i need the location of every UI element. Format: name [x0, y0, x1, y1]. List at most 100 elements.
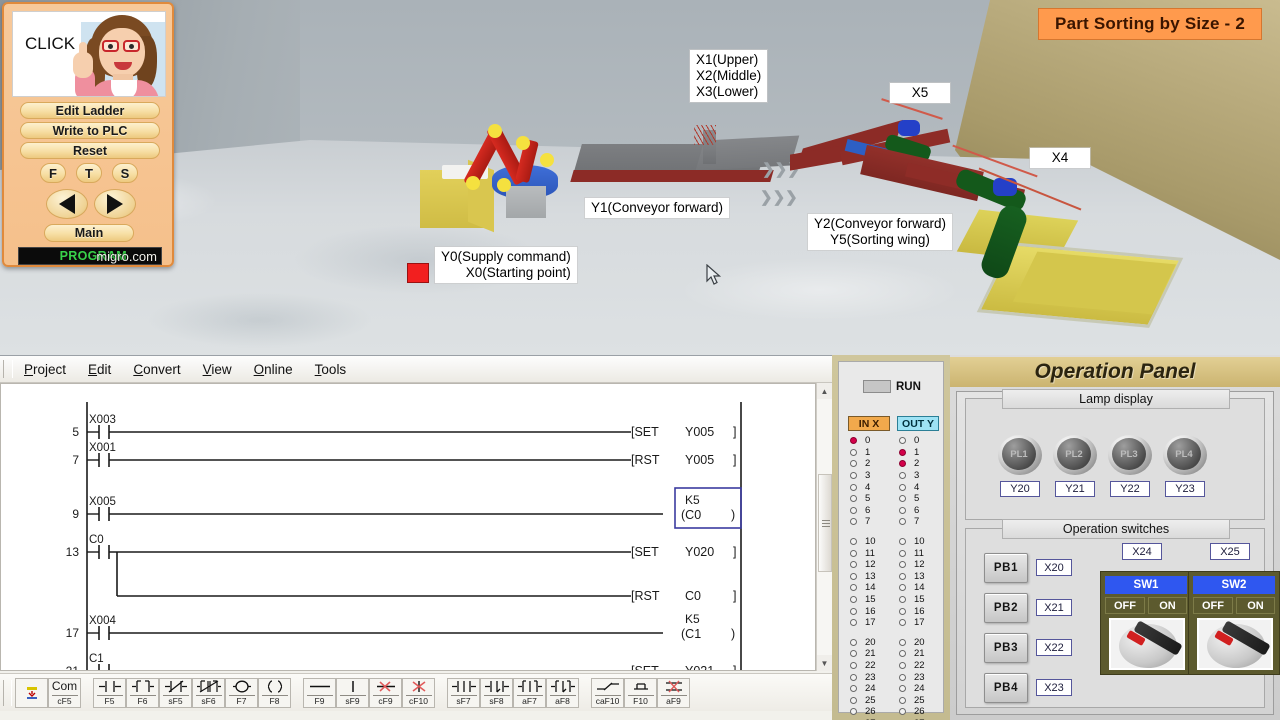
input-led-row: 20 [846, 637, 892, 649]
ladder-toolbar: Com cF5 F5 F6 sF5 sF6 F7 F8 F9 sF9 cF9 cF10 sF7 sF8 aF… [0, 673, 832, 711]
output-led-15 [899, 596, 906, 604]
toolbar-delete-row-button[interactable]: aF9 [657, 677, 690, 708]
input-led-row: 21 [846, 648, 892, 660]
toolbar-falling-pulse-nc-button[interactable]: aF8 [546, 677, 579, 708]
pushbutton-pb3[interactable]: PB3 [984, 633, 1028, 663]
selector-on-label[interactable]: ON [1148, 597, 1187, 614]
output-led-number: 6 [914, 504, 920, 516]
output-led-number: 4 [914, 481, 920, 493]
toolbar-download-button[interactable] [15, 677, 48, 708]
s-button[interactable]: S [112, 163, 138, 183]
output-led-row: 25 [895, 694, 941, 706]
toolbar-no-contact-button[interactable]: F5 [93, 677, 126, 708]
lamp-tag-y23: Y23 [1165, 481, 1205, 497]
io-group-gap [846, 629, 892, 637]
output-led-row: 24 [895, 683, 941, 695]
menu-view[interactable]: View [192, 360, 243, 379]
svg-text:13: 13 [66, 545, 80, 559]
toolbar-nc-contact-button[interactable]: F6 [126, 677, 159, 708]
edit-ladder-button[interactable]: Edit Ladder [20, 102, 160, 119]
menu-project[interactable]: Project [13, 360, 77, 379]
toolbar-rising-pulse-button[interactable]: sF7 [447, 677, 480, 708]
svg-text:Y021: Y021 [685, 664, 714, 671]
toolbar-shortcut-label: F10 [627, 694, 654, 706]
menu-convert[interactable]: Convert [122, 360, 191, 379]
scroll-down-icon[interactable]: ▼ [816, 655, 833, 671]
input-led-number: 13 [865, 570, 876, 582]
input-led-row: 24 [846, 683, 892, 695]
selector-switch-sw2[interactable]: SW2 OFF ON [1188, 571, 1280, 675]
ladder-vertical-scrollbar[interactable]: ▲ ▼ [816, 383, 833, 671]
menu-tools[interactable]: Tools [304, 360, 358, 379]
f-button[interactable]: F [40, 163, 66, 183]
svg-text:7: 7 [72, 453, 79, 467]
scrollbar-track[interactable] [816, 399, 833, 655]
toolbar-rising-pulse-nc-button[interactable]: aF7 [513, 677, 546, 708]
t-button[interactable]: T [76, 163, 102, 183]
output-led-number: 10 [914, 536, 925, 548]
input-led-26 [850, 708, 857, 716]
toolbar-coil-button[interactable]: F7 [225, 677, 258, 708]
selector-tag-x25: X25 [1210, 543, 1250, 560]
label-x5: X5 [890, 83, 950, 103]
selector-off-label[interactable]: OFF [1105, 597, 1145, 614]
output-led-16 [899, 607, 906, 615]
output-led-number: 13 [914, 570, 925, 582]
toolbar-vline-button[interactable]: sF9 [336, 677, 369, 708]
toolbar-delete-hline-button[interactable]: cF9 [369, 677, 402, 708]
click-hint-card[interactable]: CLICK [12, 11, 166, 97]
svg-text:C0: C0 [89, 534, 104, 546]
operation-panel-title: Operation Panel [950, 357, 1280, 387]
reset-button[interactable]: Reset [20, 142, 160, 159]
output-led-4 [899, 483, 906, 491]
toolbar-hline-button[interactable]: F9 [303, 677, 336, 708]
toolbar-falling-pulse-button[interactable]: sF8 [480, 677, 513, 708]
lamp-tag-y20: Y20 [1000, 481, 1040, 497]
coil-icon [232, 680, 251, 693]
pushbutton-pb1[interactable]: PB1 [984, 553, 1028, 583]
delete-row-icon [663, 680, 685, 693]
svg-text:[SET: [SET [631, 664, 659, 671]
selector-knob[interactable] [1207, 620, 1271, 668]
menu-grip[interactable] [3, 360, 13, 378]
menu-edit[interactable]: Edit [77, 360, 122, 379]
previous-button[interactable] [46, 189, 88, 219]
svg-text:5: 5 [72, 425, 79, 439]
write-to-plc-button[interactable]: Write to PLC [20, 122, 160, 139]
output-led-number: 0 [914, 435, 920, 447]
main-button[interactable]: Main [44, 224, 134, 242]
scroll-up-icon[interactable]: ▲ [816, 383, 833, 399]
pushbutton-pb4[interactable]: PB4 [984, 673, 1028, 703]
ladder-diagram-canvas[interactable]: 5 X003 [SET Y005] 7 X001 [RST Y005] 9 X005 K5 (C0) 1… [0, 383, 816, 671]
svg-text:]: ] [733, 589, 736, 603]
selector-off-label[interactable]: OFF [1193, 597, 1233, 614]
output-led-row: 14 [895, 582, 941, 594]
toolbar-delete-vline-button[interactable]: cF10 [402, 677, 435, 708]
selector-on-label[interactable]: ON [1236, 597, 1275, 614]
toolbar-shortcut-label: F5 [96, 694, 123, 706]
menu-online[interactable]: Online [243, 360, 304, 379]
output-led-row: 21 [895, 648, 941, 660]
toolbar-no-contact-parallel-button[interactable]: sF5 [159, 677, 192, 708]
input-led-row: 26 [846, 706, 892, 718]
left-arrow-icon [59, 194, 75, 214]
pushbutton-pb2[interactable]: PB2 [984, 593, 1028, 623]
toolbar-nc-contact-parallel-button[interactable]: sF6 [192, 677, 225, 708]
scrollbar-thumb[interactable] [817, 474, 832, 572]
svg-text:K5: K5 [685, 493, 700, 507]
toolbar-invert-button[interactable]: caF10 [591, 677, 624, 708]
toolbar-Com-button[interactable]: Com cF5 [48, 677, 81, 708]
toolbar-instruction-button[interactable]: F8 [258, 677, 291, 708]
next-button[interactable] [94, 189, 136, 219]
toolbar-operation-result-button[interactable]: F10 [624, 677, 657, 708]
hline-icon [309, 680, 331, 693]
selector-switch-sw1[interactable]: SW1 OFF ON [1100, 571, 1192, 675]
toolbar-shortcut-label: sF6 [195, 694, 222, 706]
lamp-pl4: PL4 [1163, 435, 1207, 475]
input-led-number: 11 [865, 547, 875, 559]
output-led-row: 1 [895, 447, 941, 459]
toolbar-shortcut-label: sF7 [450, 694, 477, 706]
simulation-viewport[interactable]: ❯❯❯ ❯❯❯ X1(Upper) X2(Middle) X3(Lower) X… [0, 0, 1280, 355]
selector-knob[interactable] [1119, 620, 1183, 668]
output-led-10 [899, 538, 906, 546]
